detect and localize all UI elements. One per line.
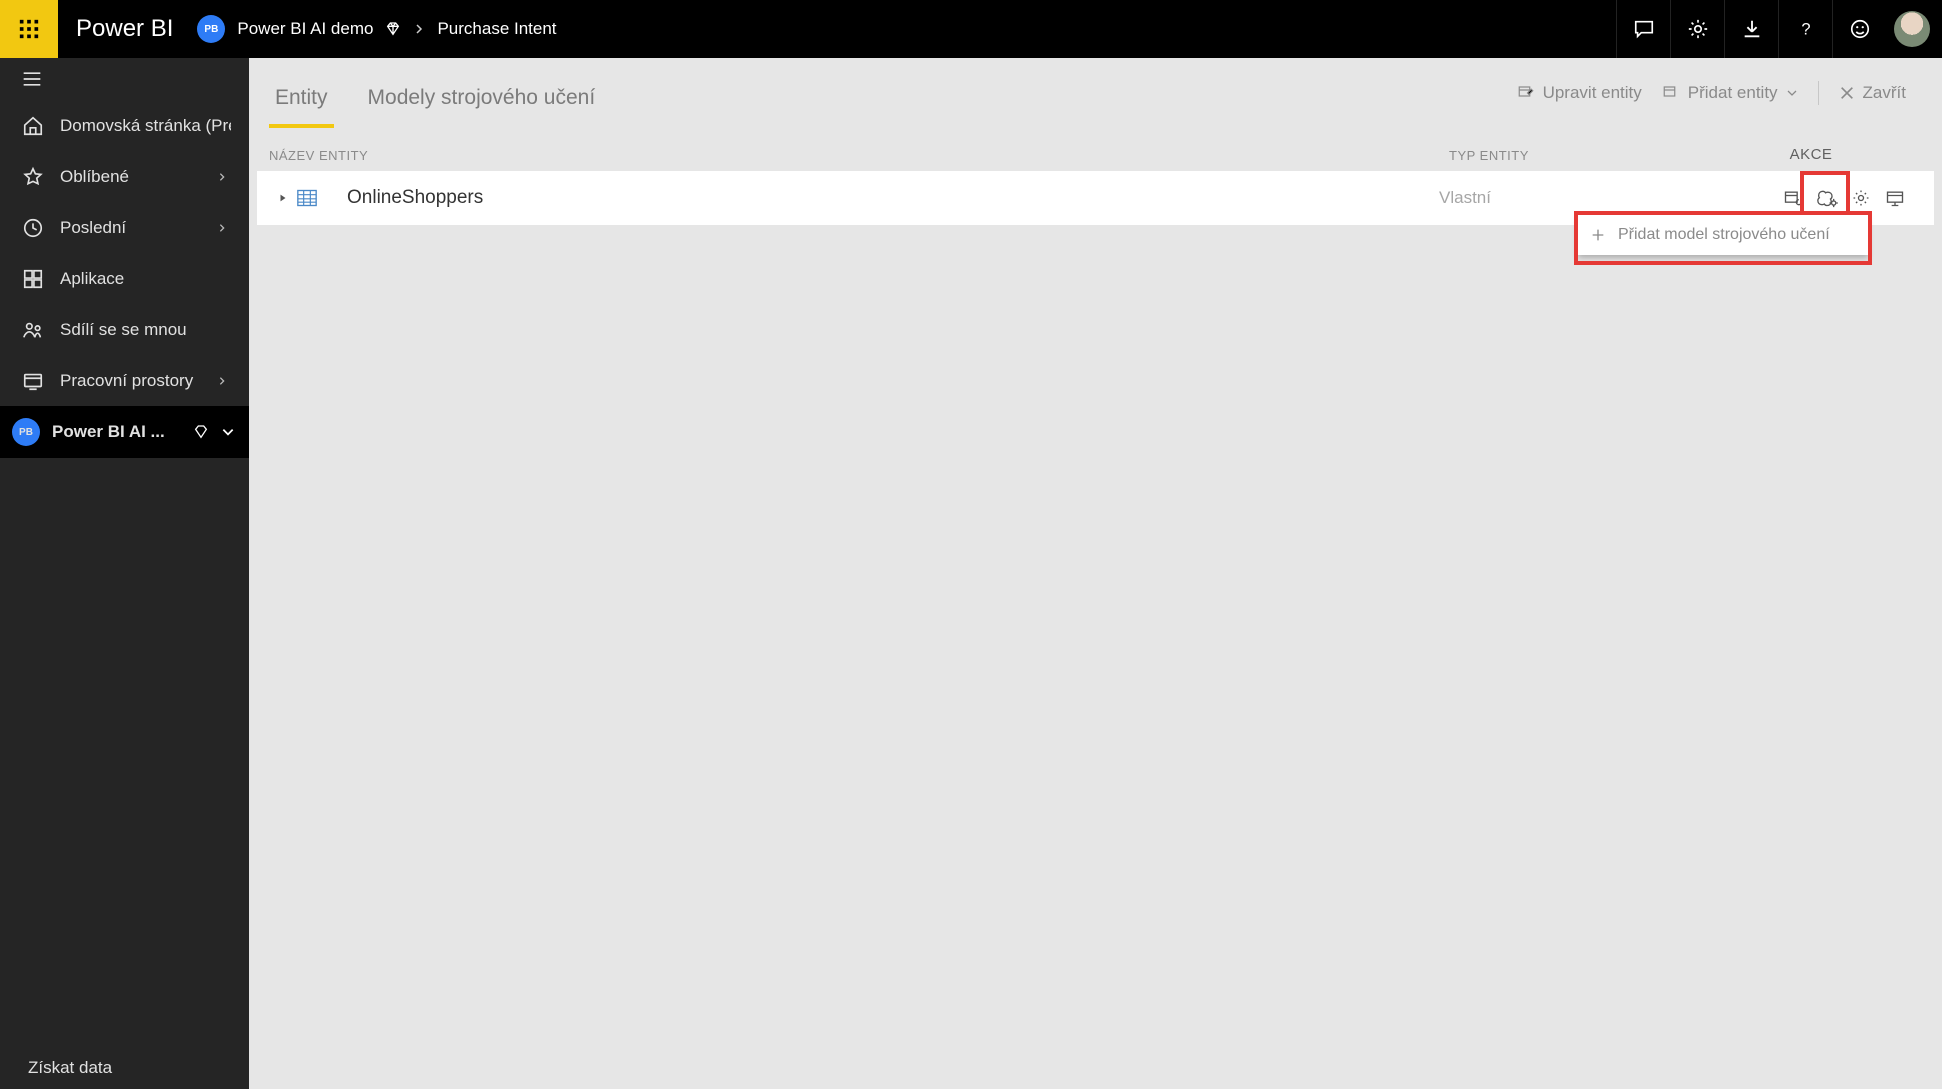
nav-shared[interactable]: Sdílí se se mnou — [0, 304, 249, 355]
entity-row[interactable]: OnlineShoppers Vlastní Přidat model stro… — [257, 171, 1934, 225]
col-type: TYP ENTITY — [1449, 148, 1706, 163]
chat-icon — [1633, 18, 1655, 40]
table-icon — [295, 189, 319, 207]
col-name: NÁZEV ENTITY — [269, 148, 1449, 163]
view-action-button[interactable] — [1880, 183, 1910, 213]
entity-actions: Přidat model strojového učení — [1704, 183, 1934, 213]
action-label: Přidat entity — [1688, 83, 1778, 103]
nav-favorites[interactable]: Oblíbené — [0, 151, 249, 202]
settings-button[interactable] — [1670, 0, 1724, 58]
nav-label: Pracovní prostory — [60, 371, 197, 391]
left-nav: Domovská stránka (Preview) Oblíbené Posl… — [0, 58, 249, 1089]
workspaces-icon — [22, 370, 44, 392]
tab-entities[interactable]: Entity — [269, 68, 334, 128]
action-label: Zavřít — [1863, 83, 1906, 103]
feedback-button[interactable] — [1832, 0, 1886, 58]
nav-label: Poslední — [60, 218, 197, 238]
nav-label: Domovská stránka (Preview) — [60, 116, 231, 136]
download-button[interactable] — [1724, 0, 1778, 58]
nav-label: Oblíbené — [60, 167, 197, 187]
edit-icon — [1517, 84, 1535, 102]
tab-ml-models[interactable]: Modely strojového učení — [362, 68, 602, 128]
close-button[interactable]: Zavřít — [1829, 77, 1916, 109]
diamond-icon — [193, 424, 209, 440]
page-header: Entity Modely strojového učení Upravit e… — [249, 58, 1942, 128]
entity-name: OnlineShoppers — [347, 187, 483, 208]
nav-home[interactable]: Domovská stránka (Preview) — [0, 100, 249, 151]
main-content: Entity Modely strojového učení Upravit e… — [249, 58, 1942, 1089]
current-workspace-item[interactable]: PB Power BI AI ... — [0, 406, 249, 458]
tutorial-highlight-icon — [1800, 171, 1850, 215]
add-entities-button[interactable]: Přidat entity — [1652, 77, 1808, 109]
add-table-icon — [1662, 84, 1680, 102]
close-icon — [1839, 85, 1855, 101]
workspace-avatar-icon: PB — [12, 418, 40, 446]
chevron-right-icon — [413, 23, 425, 35]
get-data-link[interactable]: Získat data — [0, 1047, 249, 1089]
expand-triangle-icon[interactable] — [271, 192, 295, 204]
waffle-icon — [18, 18, 40, 40]
column-headers: NÁZEV ENTITY TYP ENTITY AKCE — [249, 128, 1942, 171]
col-actions: AKCE — [1706, 146, 1916, 163]
nav-apps[interactable]: Aplikace — [0, 253, 249, 304]
gear-icon — [1687, 18, 1709, 40]
breadcrumb-workspace[interactable]: Power BI AI demo — [237, 19, 373, 39]
svg-text:?: ? — [1801, 21, 1810, 39]
diamond-icon — [385, 21, 401, 37]
workspace-avatar-icon: PB — [197, 15, 225, 43]
tutorial-highlight-dropdown — [1574, 211, 1872, 265]
entity-type: Vlastní — [1439, 188, 1704, 208]
nav-label: Aplikace — [60, 269, 231, 289]
chevron-right-icon — [213, 221, 231, 235]
smile-icon — [1849, 18, 1871, 40]
nav-label: Sdílí se se mnou — [60, 320, 231, 340]
hamburger-icon — [22, 71, 42, 87]
shared-icon — [22, 319, 44, 341]
edit-entities-button[interactable]: Upravit entity — [1507, 77, 1652, 109]
download-icon — [1741, 18, 1763, 40]
star-icon — [22, 166, 44, 188]
nav-collapse-button[interactable] — [0, 58, 249, 100]
user-avatar[interactable] — [1894, 11, 1930, 47]
get-data-label: Získat data — [28, 1058, 112, 1078]
brand-label: Power BI — [58, 15, 197, 43]
clock-icon — [22, 217, 44, 239]
notifications-button[interactable] — [1616, 0, 1670, 58]
chevron-down-icon — [1786, 87, 1798, 99]
breadcrumb: PB Power BI AI demo Purchase Intent — [197, 15, 556, 43]
chevron-right-icon — [213, 170, 231, 184]
workspace-label: Power BI AI ... — [52, 422, 181, 442]
settings-action-button[interactable] — [1846, 183, 1876, 213]
nav-recent[interactable]: Poslední — [0, 202, 249, 253]
top-bar: Power BI PB Power BI AI demo Purchase In… — [0, 0, 1942, 58]
help-button[interactable]: ? — [1778, 0, 1832, 58]
nav-workspaces[interactable]: Pracovní prostory — [0, 355, 249, 406]
apps-icon — [22, 268, 44, 290]
breadcrumb-current[interactable]: Purchase Intent — [437, 19, 556, 39]
action-label: Upravit entity — [1543, 83, 1642, 103]
separator — [1818, 81, 1819, 105]
home-icon — [22, 115, 44, 137]
help-icon: ? — [1795, 18, 1817, 40]
chevron-right-icon — [213, 374, 231, 388]
app-launcher-button[interactable] — [0, 0, 58, 58]
chevron-down-icon — [221, 425, 235, 439]
